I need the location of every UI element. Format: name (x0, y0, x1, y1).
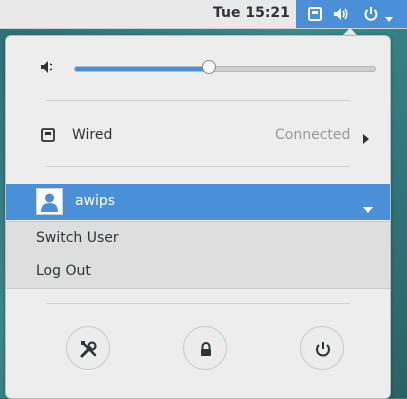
power-icon (362, 5, 380, 23)
wired-label: Wired (72, 127, 113, 143)
wired-network-icon (41, 127, 55, 146)
switch-user-item[interactable]: Switch User (36, 230, 119, 246)
log-out-item[interactable]: Log Out (36, 263, 91, 279)
top-bar: Tue 15:21 (0, 0, 407, 29)
system-status-area[interactable] (296, 0, 407, 28)
power-off-button[interactable] (300, 326, 344, 370)
avatar-icon (36, 188, 63, 215)
speaker-icon (40, 59, 56, 79)
user-submenu: Switch User Log Out (6, 221, 390, 289)
lock-button[interactable] (183, 326, 227, 370)
network-wired-icon (306, 5, 324, 23)
volume-slider[interactable] (74, 66, 376, 72)
chevron-right-icon (363, 129, 369, 148)
separator (46, 166, 350, 167)
volume-slider-handle[interactable] (202, 60, 216, 74)
volume-icon (332, 5, 350, 23)
chevron-down-icon (384, 9, 402, 27)
chevron-down-icon (363, 199, 373, 218)
user-menu-row[interactable]: awips (6, 184, 390, 220)
separator (46, 100, 350, 101)
user-name: awips (75, 193, 116, 209)
settings-button[interactable] (66, 326, 110, 370)
system-menu: Wired Connected awips Switch User Log Ou… (5, 35, 391, 399)
volume-slider-fill (75, 67, 210, 71)
wired-status: Connected (275, 127, 351, 143)
clock[interactable]: Tue 15:21 (213, 5, 290, 21)
separator (46, 303, 350, 304)
